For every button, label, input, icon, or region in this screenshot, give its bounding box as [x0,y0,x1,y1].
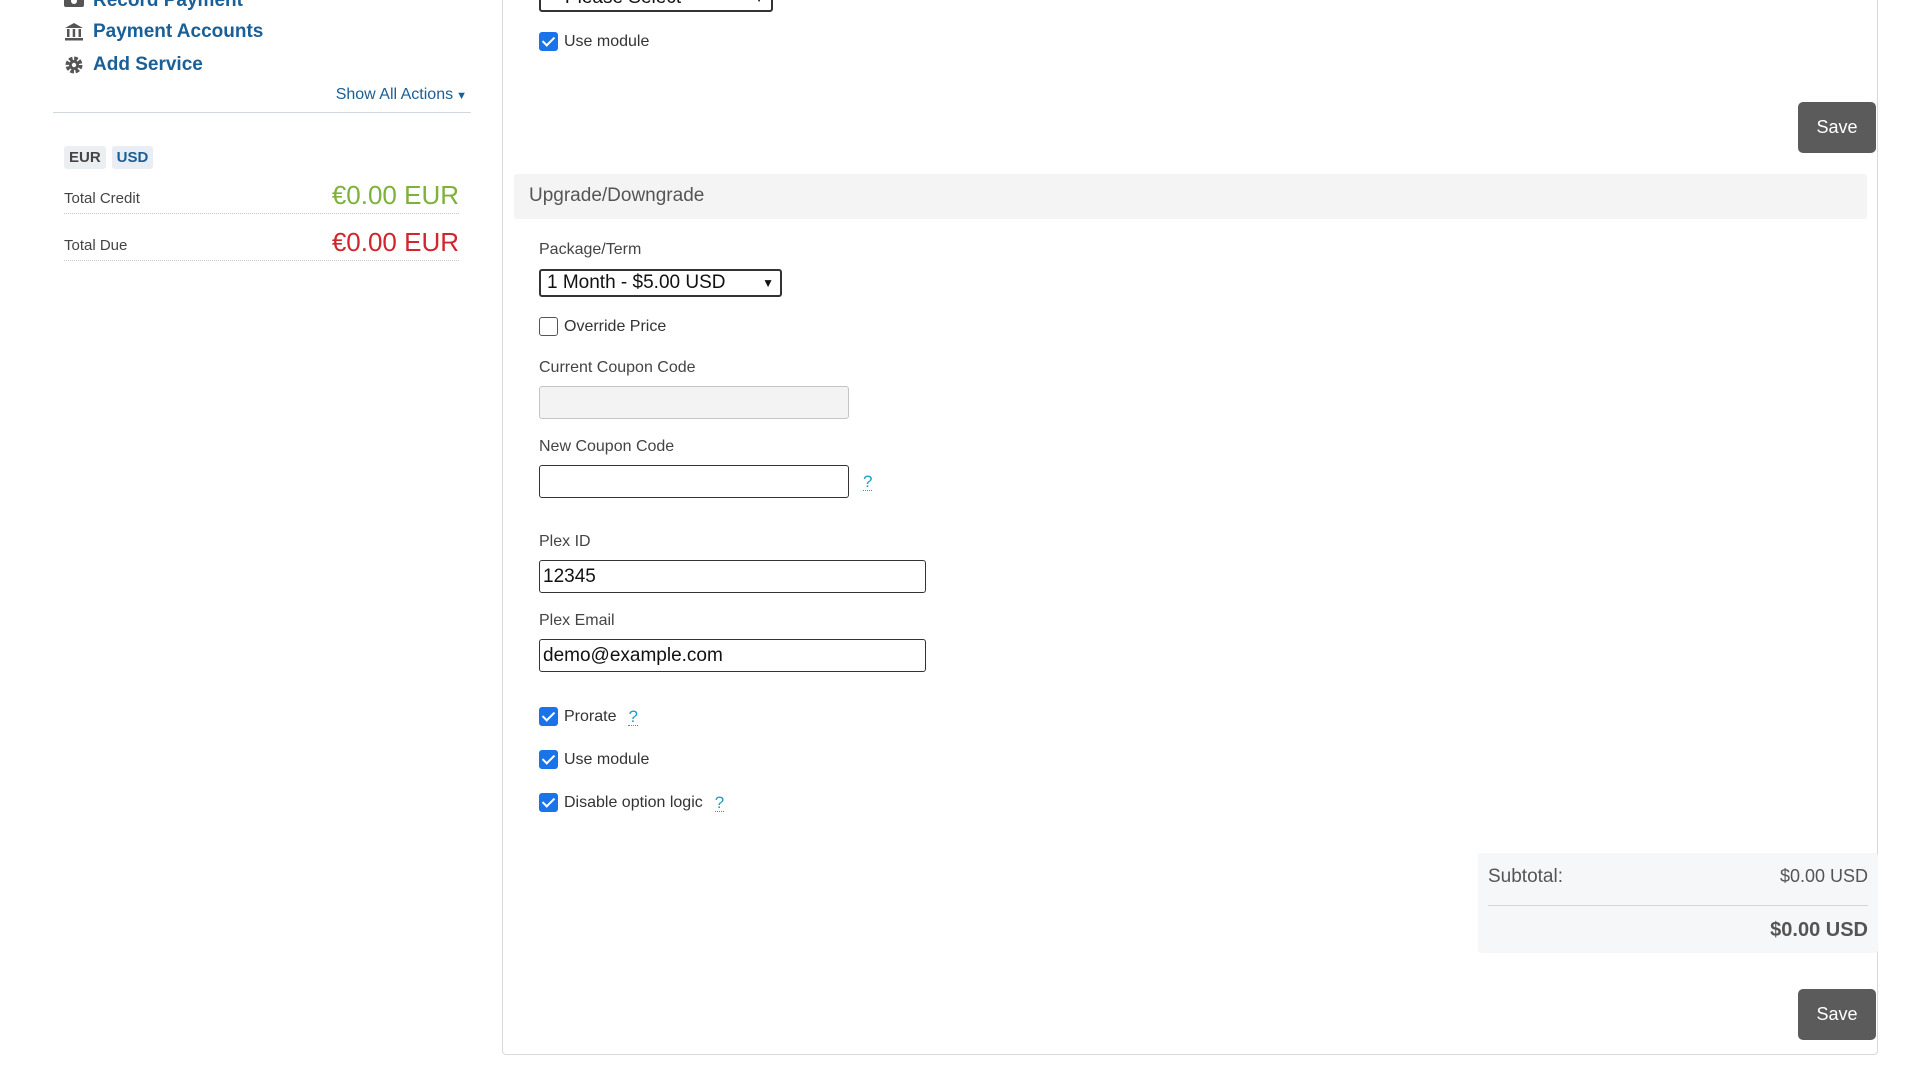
record-payment-link[interactable]: Record Payment [63,0,243,12]
package-term-select[interactable]: 1 Month - $5.00 USD ▼ [539,269,782,297]
plex-email-label: Plex Email [539,612,615,629]
plex-id-label: Plex ID [539,533,591,550]
payment-accounts-label: Payment Accounts [93,21,264,42]
top-select[interactable]: -- Please Select -- ▼ [539,0,773,12]
top-select-value: -- Please Select -- [547,0,699,9]
total-due-value: €0.00 EUR [331,227,459,257]
prorate-help-link[interactable]: ? [628,708,638,726]
package-term-value: 1 Month - $5.00 USD [547,272,726,293]
total-value: $0.00 USD [1770,919,1868,941]
override-price-checkbox[interactable] [539,317,558,336]
top-use-module-row: Use module [539,32,649,51]
use-module-row: Use module [539,750,649,769]
use-module-label: Use module [564,750,650,768]
gear-icon [63,54,85,76]
sidebar-divider [53,112,471,113]
show-all-actions-label: Show All Actions [335,86,454,103]
prorate-checkbox[interactable] [539,707,558,726]
new-coupon-help-link[interactable]: ? [863,473,873,491]
total-credit-label: Total Credit [64,190,140,207]
total-due-row: Total Due €0.00 EUR [64,227,459,261]
add-service-label: Add Service [93,54,203,75]
disable-option-logic-label: Disable option logic [564,793,703,811]
override-price-label: Override Price [564,317,667,335]
disable-option-logic-checkbox[interactable] [539,793,558,812]
new-coupon-label: New Coupon Code [539,438,675,455]
subtotal-label: Subtotal: [1488,866,1563,887]
record-payment-label: Record Payment [93,0,243,11]
subtotal-row: Subtotal: $0.00 USD [1488,866,1868,888]
chevron-down-icon: ▼ [762,276,774,290]
save-button[interactable]: Save [1798,989,1876,1040]
bank-icon [63,21,85,43]
current-coupon-label: Current Coupon Code [539,359,696,376]
package-term-label: Package/Term [539,241,642,258]
plex-email-input[interactable]: demo@example.com [539,639,926,672]
subtotal-value: $0.00 USD [1779,866,1868,886]
disable-option-logic-row: Disable option logic ? [539,793,725,812]
main-panel: -- Please Select -- ▼ Use module Save Up… [502,0,1878,1055]
override-price-row: Override Price [539,317,666,336]
money-icon [63,0,85,12]
disable-option-logic-help-link[interactable]: ? [714,794,725,812]
upgrade-downgrade-header: Upgrade/Downgrade [514,174,1867,219]
caret-down-icon: ▼ [456,90,467,102]
use-module-checkbox[interactable] [539,750,558,769]
new-coupon-input[interactable] [539,465,849,498]
plex-id-input[interactable]: 12345 [539,560,926,593]
total-credit-row: Total Credit €0.00 EUR [64,180,459,214]
totals-divider [1488,905,1868,906]
currency-tab-eur[interactable]: EUR [64,146,106,169]
total-due-label: Total Due [64,237,128,254]
payment-accounts-link[interactable]: Payment Accounts [63,21,263,43]
currency-tab-usd[interactable]: USD [111,146,154,169]
total-row: $0.00 USD [1488,919,1868,942]
add-service-link[interactable]: Add Service [63,54,203,76]
prorate-label: Prorate [564,707,617,725]
totals-box: Subtotal: $0.00 USD $0.00 USD [1478,853,1878,953]
chevron-down-icon: ▼ [753,0,765,5]
show-all-actions-link[interactable]: Show All Actions ▼ [336,86,467,104]
prorate-row: Prorate ? [539,707,638,726]
total-credit-value: €0.00 EUR [331,180,459,210]
currency-tabs: EUR USD [64,146,154,169]
current-coupon-input [539,386,849,419]
top-use-module-label: Use module [564,32,650,50]
top-use-module-checkbox[interactable] [539,32,558,51]
top-save-button[interactable]: Save [1798,102,1876,153]
